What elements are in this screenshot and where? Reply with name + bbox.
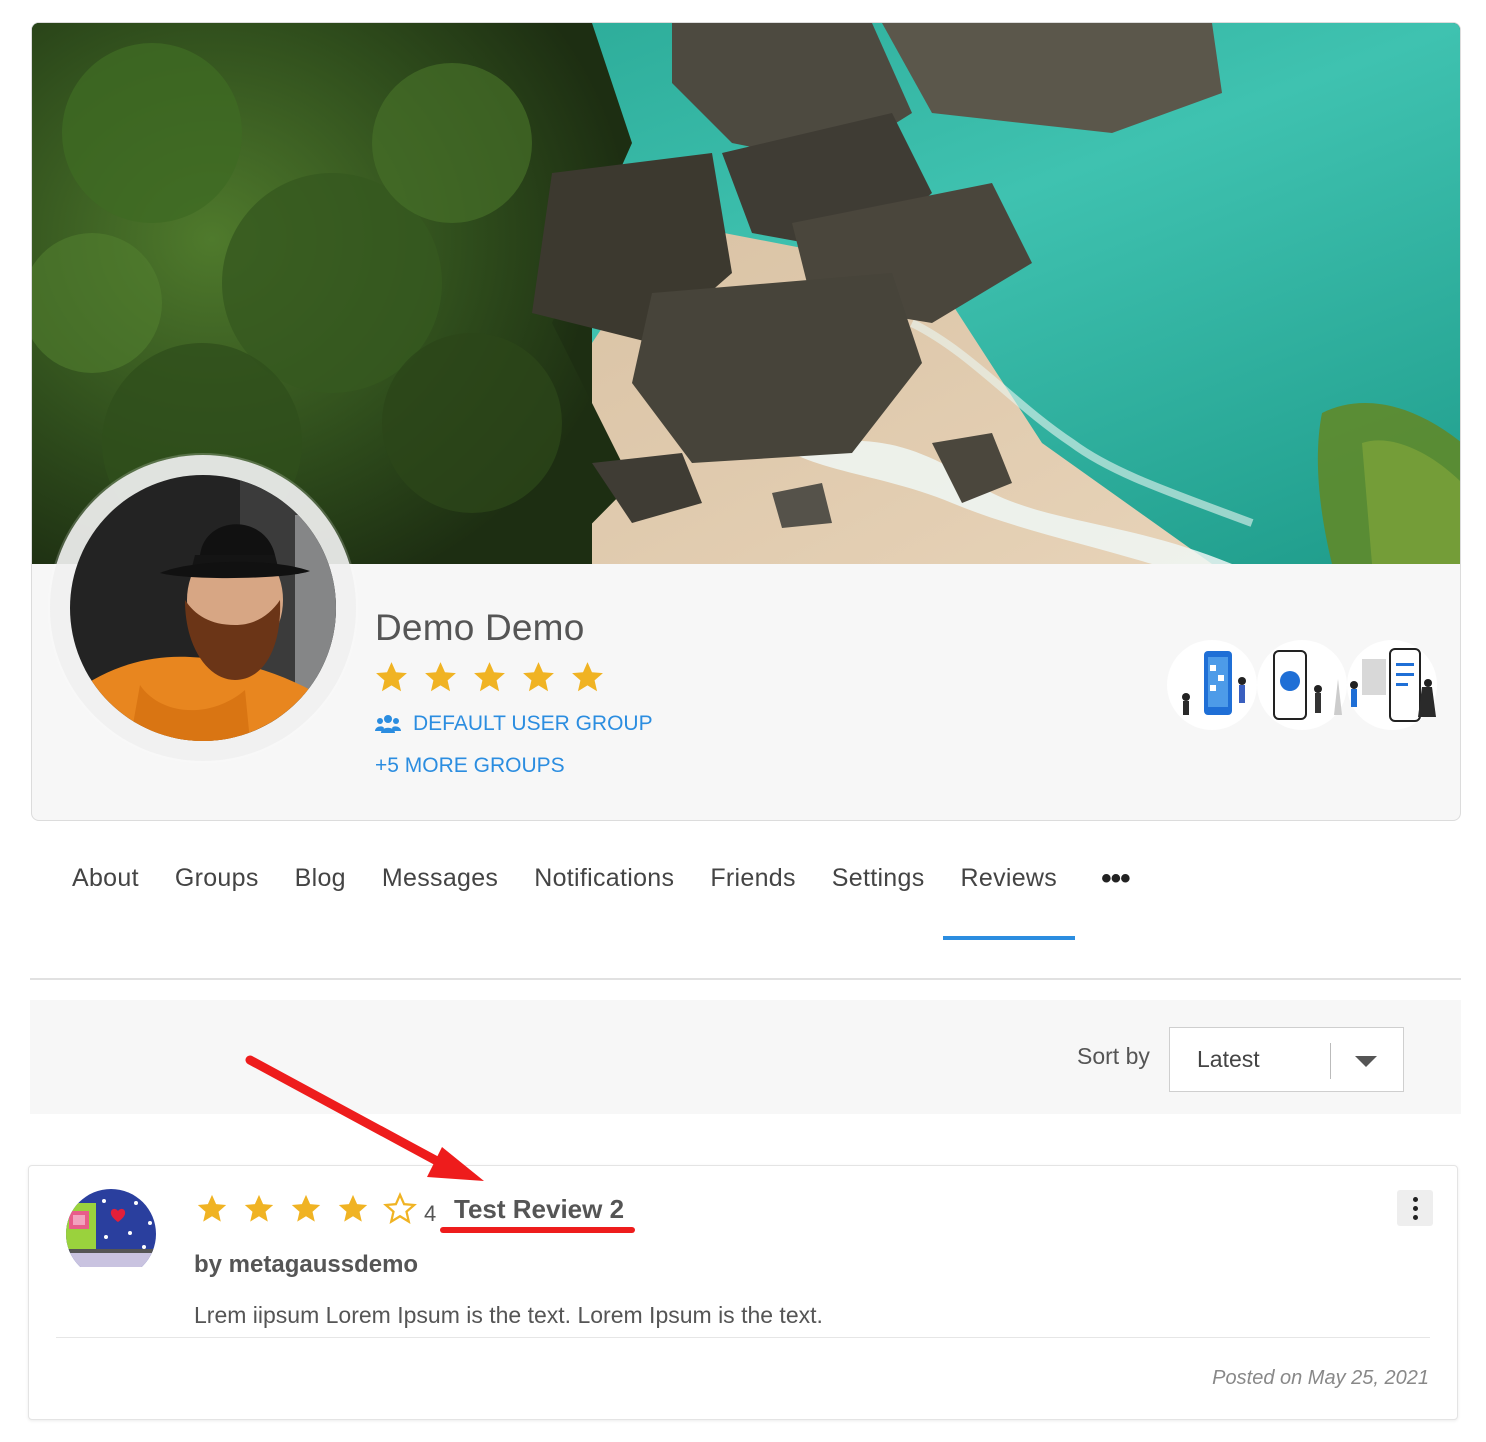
sort-label: Sort by: [1077, 1043, 1150, 1069]
tab-messages[interactable]: Messages: [364, 848, 516, 940]
star-filled-icon: [338, 1194, 368, 1222]
review-body: Lrem iipsum Lorem Ipsum is the text. Lor…: [194, 1302, 823, 1328]
review-rating: [195, 1192, 417, 1226]
review-title[interactable]: Test Review 2: [454, 1194, 624, 1225]
profile-tabs: About Groups Blog Messages Notifications…: [30, 848, 1148, 940]
profile-rating: [373, 659, 606, 696]
more-vertical-icon[interactable]: [1397, 1190, 1433, 1226]
star-filled-icon: [244, 1194, 274, 1222]
review-posted-date: Posted on May 25, 2021: [1212, 1367, 1429, 1389]
review-divider: [56, 1337, 1430, 1338]
star-filled-icon: [291, 1194, 321, 1222]
sort-bar: Sort by Latest: [30, 1000, 1461, 1114]
tab-about[interactable]: About: [30, 848, 157, 940]
profile-avatar-ring: [50, 455, 356, 761]
profile-card: Demo Demo DEFAULT USER GROUP +5 MORE GRO…: [31, 22, 1461, 821]
tab-groups[interactable]: Groups: [157, 848, 277, 940]
more-horizontal-icon[interactable]: •••: [1075, 848, 1148, 896]
tab-notifications[interactable]: Notifications: [516, 848, 692, 940]
reviewer-avatar[interactable]: [66, 1189, 156, 1279]
primary-group-link[interactable]: DEFAULT USER GROUP: [375, 712, 653, 736]
star-filled-icon: [197, 1194, 227, 1222]
review-author: by metagaussdemo: [194, 1251, 419, 1278]
review-rating-number: 4: [424, 1201, 437, 1226]
star-empty-icon: [383, 1192, 417, 1224]
tab-reviews[interactable]: Reviews: [942, 848, 1076, 940]
profile-badges[interactable]: [1166, 639, 1438, 731]
more-groups-link[interactable]: +5 MORE GROUPS: [375, 754, 565, 778]
profile-avatar[interactable]: [70, 475, 336, 741]
tab-blog[interactable]: Blog: [277, 848, 364, 940]
tab-friends[interactable]: Friends: [692, 848, 813, 940]
primary-group-label: DEFAULT USER GROUP: [413, 712, 653, 735]
caret-down-icon: [1355, 1056, 1377, 1067]
star-filled-icon: [572, 662, 603, 692]
users-icon: [375, 715, 401, 733]
star-filled-icon: [523, 662, 554, 692]
review-card: 4 Test Review 2 by metagaussdemo Lrem ii…: [28, 1165, 1458, 1420]
tab-settings[interactable]: Settings: [814, 848, 943, 940]
sort-select-separator: [1330, 1043, 1331, 1079]
profile-display-name: Demo Demo: [375, 607, 585, 648]
tabs-divider: [30, 978, 1461, 980]
sort-select[interactable]: Latest: [1169, 1027, 1404, 1092]
star-filled-icon: [376, 662, 407, 692]
star-filled-icon: [425, 662, 456, 692]
sort-selected-value: Latest: [1197, 1046, 1260, 1072]
star-filled-icon: [474, 662, 505, 692]
